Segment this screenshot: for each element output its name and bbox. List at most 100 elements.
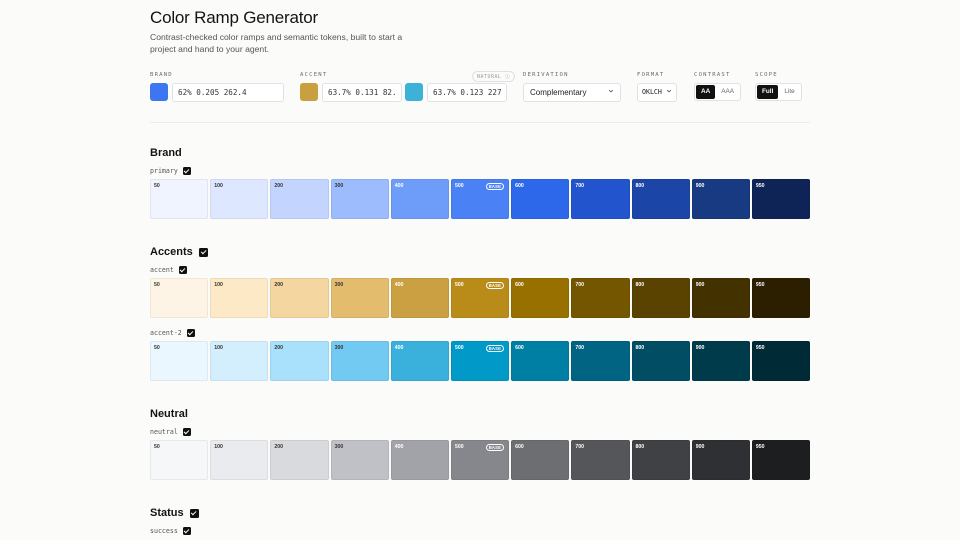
swatch-step-label: 500	[454, 345, 464, 351]
swatch-step-label: 500	[454, 183, 464, 189]
swatch-primary-900[interactable]: 900	[691, 179, 750, 219]
accent2-color-input[interactable]	[427, 83, 507, 102]
swatch-accent-500[interactable]: 500 BASE	[450, 278, 510, 318]
contrast-toggle[interactable]: AA AAA	[694, 83, 742, 101]
ramp-name: accent-2	[150, 329, 182, 337]
swatch-accent-800[interactable]: 800	[631, 278, 690, 318]
scope-option-lite[interactable]: Lite	[779, 85, 799, 99]
swatch-accent-700[interactable]: 700	[571, 278, 630, 318]
swatch-primary-800[interactable]: 800	[631, 179, 690, 219]
contrast-option-aaa[interactable]: AAA	[716, 85, 739, 99]
swatch-accent-100[interactable]: 100	[210, 278, 269, 318]
ramp-name: accent	[150, 266, 174, 274]
swatch-primary-700[interactable]: 700	[571, 179, 630, 219]
swatch-primary-600[interactable]: 600	[511, 179, 570, 219]
checkbox-icon[interactable]	[189, 508, 199, 518]
swatch-neutral-300[interactable]: 300	[330, 440, 389, 480]
swatch-step-label: 600	[515, 183, 524, 189]
swatch-primary-100[interactable]: 100	[210, 179, 269, 219]
swatch-neutral-700[interactable]: 700	[571, 440, 630, 480]
format-label: FORMAT	[637, 72, 665, 78]
swatch-step-label: 300	[334, 444, 344, 450]
swatch-accent-2-400[interactable]: 400	[390, 341, 449, 381]
swatch-neutral-100[interactable]: 100	[210, 440, 269, 480]
swatch-neutral-200[interactable]: 200	[270, 440, 329, 480]
swatch-accent-2-700[interactable]: 700	[571, 341, 630, 381]
checkbox-icon[interactable]	[178, 266, 187, 274]
swatch-step-label: 50	[154, 282, 160, 288]
format-value: OKLCH	[642, 88, 662, 96]
section-status-heading: Status	[150, 507, 199, 519]
checkbox-icon[interactable]	[186, 329, 195, 337]
chevron-down-icon	[608, 89, 614, 93]
swatch-primary-500[interactable]: 500 BASE	[450, 179, 510, 219]
swatch-accent-400[interactable]: 400	[390, 278, 449, 318]
swatch-step-label: 400	[394, 183, 404, 189]
accent2-swatch[interactable]	[405, 83, 423, 101]
swatch-step-label: 950	[755, 183, 765, 189]
swatch-accent-2-950[interactable]: 950	[751, 341, 811, 381]
checkbox-icon[interactable]	[182, 527, 191, 535]
swatch-accent-2-600[interactable]: 600	[511, 341, 570, 381]
natural-badge[interactable]: NATURAL ⓘ	[472, 71, 516, 82]
swatch-step-label: 50	[154, 345, 160, 351]
swatch-step-label: 800	[635, 345, 645, 351]
checkbox-icon[interactable]	[182, 167, 191, 175]
base-badge: BASE	[485, 183, 505, 190]
swatch-neutral-400[interactable]: 400	[390, 440, 449, 480]
swatch-accent-900[interactable]: 900	[691, 278, 750, 318]
format-select[interactable]: OKLCH	[637, 83, 677, 102]
swatch-accent-2-900[interactable]: 900	[691, 341, 750, 381]
swatch-accent-2-200[interactable]: 200	[270, 341, 329, 381]
swatch-accent-2-300[interactable]: 300	[330, 341, 389, 381]
swatch-neutral-900[interactable]: 900	[691, 440, 750, 480]
swatch-primary-200[interactable]: 200	[270, 179, 329, 219]
swatch-step-label: 300	[334, 345, 344, 351]
swatch-accent-600[interactable]: 600	[511, 278, 570, 318]
section-neutral-heading: Neutral	[150, 408, 188, 420]
swatch-step-label: 300	[334, 282, 344, 288]
swatch-neutral-600[interactable]: 600	[511, 440, 570, 480]
swatch-step-label: 950	[755, 282, 765, 288]
base-badge: BASE	[485, 444, 505, 451]
swatch-primary-400[interactable]: 400	[390, 179, 449, 219]
swatch-primary-950[interactable]: 950	[751, 179, 811, 219]
swatch-accent-950[interactable]: 950	[751, 278, 811, 318]
swatch-step-label: 700	[575, 282, 584, 288]
brand-color-input[interactable]	[172, 83, 284, 102]
swatch-neutral-500[interactable]: 500 BASE	[450, 440, 510, 480]
swatch-primary-300[interactable]: 300	[330, 179, 389, 219]
swatch-neutral-50[interactable]: 50	[150, 440, 209, 480]
scope-toggle[interactable]: Full Lite	[755, 83, 802, 101]
chevron-down-icon	[666, 89, 672, 93]
ramp-label-primary: primary	[150, 167, 191, 175]
swatch-accent-2-800[interactable]: 800	[631, 341, 690, 381]
swatch-step-label: 200	[274, 282, 284, 288]
swatch-accent-50[interactable]: 50	[150, 278, 209, 318]
checkbox-icon[interactable]	[182, 428, 191, 436]
brand-label: BRAND	[150, 72, 173, 78]
ramp-accent: 50 100 200 300 400 500 BASE 600 700 800 900 950	[150, 278, 811, 318]
scope-option-full[interactable]: Full	[757, 85, 779, 99]
swatch-step-label: 200	[274, 444, 284, 450]
swatch-accent-2-50[interactable]: 50	[150, 341, 209, 381]
swatch-primary-50[interactable]: 50	[150, 179, 209, 219]
derivation-select[interactable]: Complementary	[523, 83, 621, 102]
scope-label: SCOPE	[755, 72, 778, 78]
contrast-option-aa[interactable]: AA	[696, 85, 716, 99]
checkbox-icon[interactable]	[198, 247, 208, 257]
base-badge: BASE	[485, 282, 505, 289]
swatch-step-label: 100	[214, 282, 223, 288]
swatch-accent-300[interactable]: 300	[330, 278, 389, 318]
brand-swatch[interactable]	[150, 83, 168, 101]
swatch-step-label: 950	[755, 444, 765, 450]
swatch-accent-2-500[interactable]: 500 BASE	[450, 341, 510, 381]
swatch-accent-2-100[interactable]: 100	[210, 341, 269, 381]
section-title: Neutral	[150, 408, 188, 420]
accent-swatch[interactable]	[300, 83, 318, 101]
accent-color-input[interactable]	[322, 83, 402, 102]
swatch-accent-200[interactable]: 200	[270, 278, 329, 318]
swatch-neutral-800[interactable]: 800	[631, 440, 690, 480]
swatch-neutral-950[interactable]: 950	[751, 440, 811, 480]
swatch-step-label: 700	[575, 183, 584, 189]
